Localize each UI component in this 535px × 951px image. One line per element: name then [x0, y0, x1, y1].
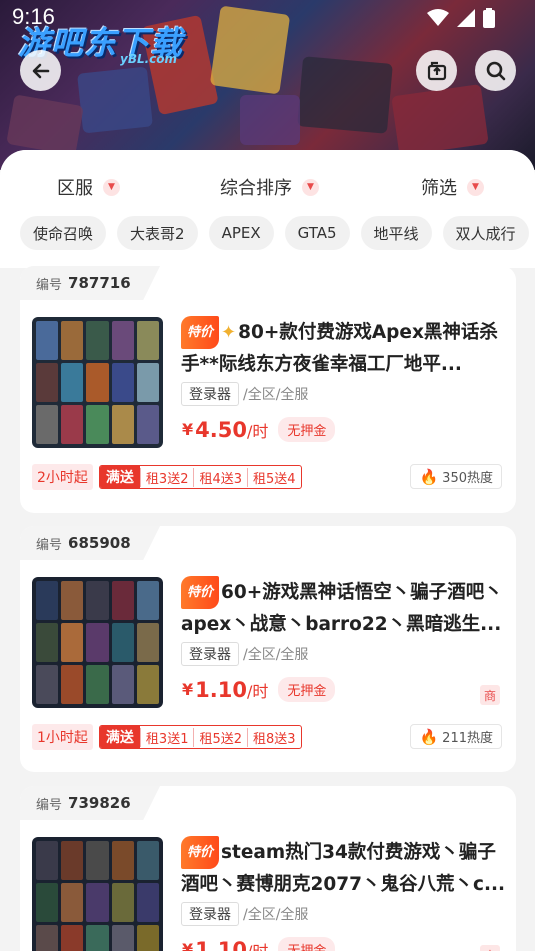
tag-item[interactable]: 双人成行 — [442, 216, 529, 250]
promo-badge: 满送 租3送2 租4送3 租5送4 — [98, 465, 302, 489]
logo-sub: yBL.com — [120, 52, 178, 66]
share-button[interactable] — [416, 50, 457, 91]
listing-price: ¥ 1.10 /时 无押金 — [182, 937, 336, 951]
login-type: 登录器 — [181, 902, 239, 926]
sparkle-icon: ✦ — [221, 322, 237, 343]
chevron-down-icon: ▼ — [302, 178, 319, 196]
flame-icon: 🔥 — [419, 727, 439, 746]
special-price-badge: 特价 — [181, 576, 220, 609]
merchant-badge: 商 — [480, 945, 500, 951]
listing-meta: 登录器 /全区/全服 — [181, 382, 308, 406]
listing-meta: 登录器 /全区/全服 — [181, 642, 308, 666]
no-deposit-badge: 无押金 — [278, 417, 336, 442]
funnel-icon: ▼ — [467, 178, 484, 196]
listing-bottom: 2小时起 满送 租3送2 租4送3 租5送4 — [32, 464, 302, 490]
no-deposit-badge: 无押金 — [278, 677, 336, 702]
sort-filter-label: 综合排序 — [220, 178, 292, 199]
listing-title: 特价 steam热门34款付费游戏丶骗子酒吧丶赛博朋克2077丶鬼谷八荒丶c... — [181, 836, 506, 898]
sort-filter[interactable]: 综合排序 ▼ — [220, 174, 319, 200]
search-icon — [486, 61, 505, 80]
listing-card[interactable]: 编号 739826 特价 steam热门34款付费游戏丶骗子酒吧丶赛博朋克2077丶… — [20, 786, 516, 951]
back-button[interactable] — [20, 50, 61, 91]
listing-title: 特价 60+游戏黑神话悟空丶骗子酒吧丶apex丶战意丶barro22丶黑暗逃生..… — [181, 576, 506, 638]
no-deposit-badge: 无押金 — [278, 937, 336, 951]
listing-title: 特价 ✦ 80+款付费游戏Apex黑神话杀手**际线东方夜雀幸福工厂地平... — [181, 316, 506, 378]
listing-price: ¥ 1.10 /时 无押金 — [182, 677, 336, 702]
region-text: /全区/全服 — [243, 387, 309, 403]
listing-meta: 登录器 /全区/全服 — [181, 902, 308, 926]
merchant-badge: 商 — [480, 685, 500, 705]
heat-badge: 🔥 350热度 — [410, 464, 502, 489]
battery-icon — [483, 8, 495, 28]
listing-thumbnail — [32, 577, 163, 708]
listing-price: ¥ 4.50 /时 无押金 — [182, 417, 336, 442]
signal-icon — [457, 9, 475, 27]
min-hours-badge: 1小时起 — [32, 724, 93, 750]
content-panel: 区服 ▼ 综合排序 ▼ 筛选 ▼ 使命召唤 大表哥2 APEX GTA5 地平线… — [0, 150, 535, 951]
tag-item[interactable]: 使命召唤 — [20, 216, 107, 250]
region-text: /全区/全服 — [243, 647, 309, 663]
heat-badge: 🔥 211热度 — [410, 724, 502, 749]
tag-item[interactable]: 地平线 — [360, 216, 432, 250]
listing-id: 编号 739826 — [20, 786, 160, 820]
min-hours-badge: 2小时起 — [32, 464, 93, 490]
status-time: 9:16 — [12, 4, 55, 29]
search-button[interactable] — [475, 50, 516, 91]
listing-id: 编号 685908 — [20, 526, 160, 560]
chevron-down-icon: ▼ — [103, 178, 120, 196]
promo-badge: 满送 租3送1 租5送2 租8送3 — [98, 725, 302, 749]
listing-thumbnail — [32, 837, 163, 951]
login-type: 登录器 — [181, 382, 239, 406]
listing-bottom: 1小时起 满送 租3送1 租5送2 租8送3 — [32, 724, 302, 750]
filter-label: 筛选 — [421, 178, 457, 199]
listing-card[interactable]: 编号 685908 特价 60+游戏黑神话悟空丶骗子酒吧丶apex丶战意丶barro… — [20, 526, 516, 772]
tag-item[interactable]: GTA5 — [284, 216, 350, 250]
login-type: 登录器 — [181, 642, 239, 666]
special-price-badge: 特价 — [181, 316, 220, 349]
special-price-badge: 特价 — [181, 836, 220, 869]
tag-item[interactable]: 大表哥2 — [117, 216, 198, 250]
filter-button[interactable]: 筛选 ▼ — [421, 174, 484, 200]
listing-thumbnail — [32, 317, 163, 448]
status-icons — [427, 8, 495, 28]
status-bar: 9:16 — [0, 0, 535, 34]
region-text: /全区/全服 — [243, 907, 309, 923]
share-icon — [427, 61, 446, 80]
listing-id: 编号 787716 — [20, 266, 160, 300]
arrow-left-icon — [32, 63, 49, 78]
filter-bar: 区服 ▼ 综合排序 ▼ 筛选 ▼ 使命召唤 大表哥2 APEX GTA5 地平线… — [0, 150, 535, 268]
tag-list: 使命召唤 大表哥2 APEX GTA5 地平线 双人成行 — [20, 216, 535, 250]
wifi-icon — [427, 9, 449, 26]
tag-item[interactable]: APEX — [208, 216, 274, 250]
flame-icon: 🔥 — [419, 467, 439, 486]
region-filter[interactable]: 区服 ▼ — [57, 174, 120, 200]
listing-card[interactable]: 编号 787716 特价 ✦ 80+款付费游戏Apex黑神话杀手**际线东方夜雀幸福工… — [20, 266, 516, 513]
region-filter-label: 区服 — [57, 178, 93, 199]
